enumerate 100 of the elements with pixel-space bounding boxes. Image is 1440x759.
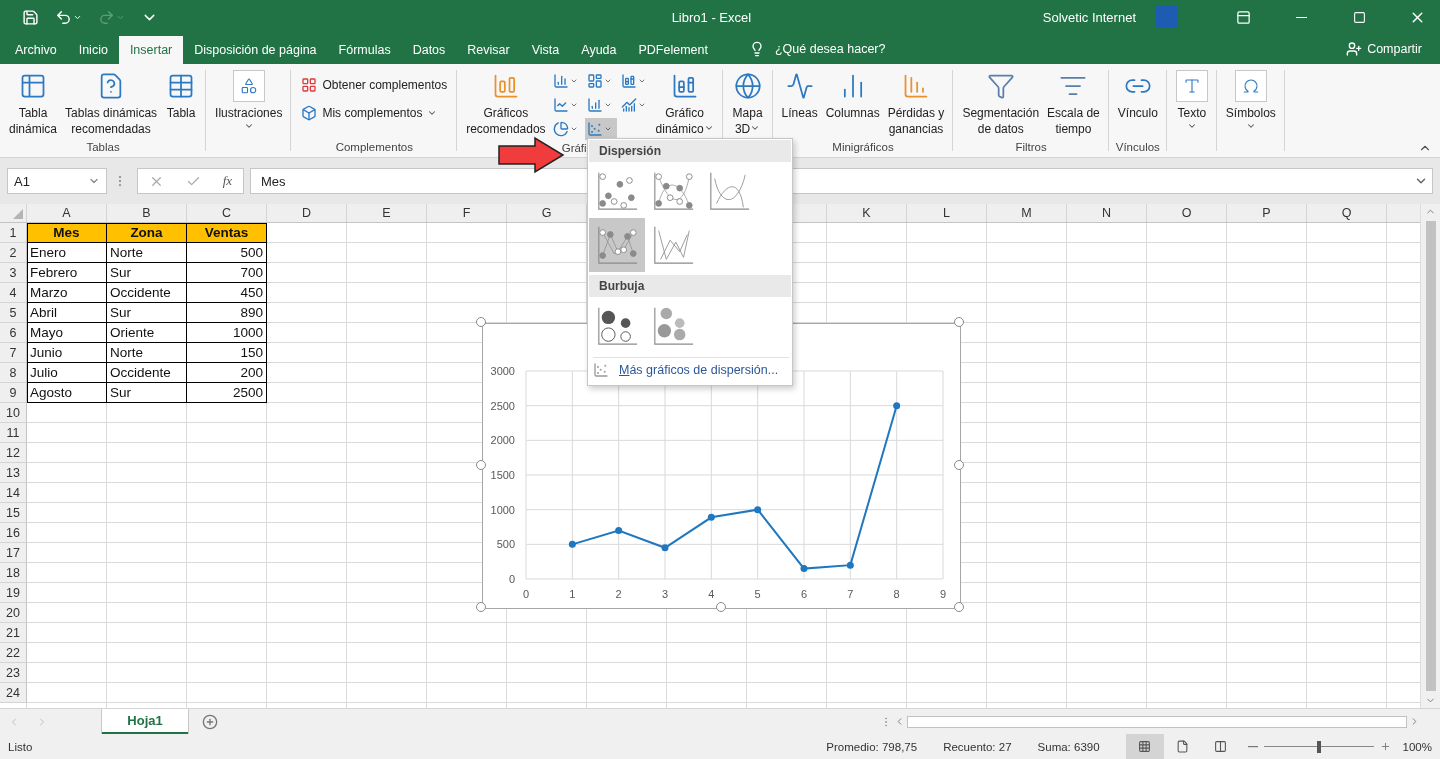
resize-handle[interactable] [716, 602, 726, 612]
column-header[interactable]: C [187, 204, 267, 222]
column-header[interactable]: N [1067, 204, 1147, 222]
ribbon-button[interactable]: Vínculo [1114, 68, 1161, 123]
column-header[interactable]: P [1227, 204, 1307, 222]
ribbon-tab[interactable]: Datos [401, 36, 457, 64]
caret-icon [637, 101, 646, 109]
select-all-icon[interactable] [13, 209, 23, 219]
row-header[interactable]: 3 [0, 263, 27, 283]
zoom-out-button[interactable] [1247, 745, 1258, 748]
name-box[interactable]: A1 [7, 168, 107, 194]
ribbon-button[interactable]: Columnas [822, 68, 883, 123]
ribbon-tab[interactable]: Archivo [4, 36, 68, 64]
zoom-in-button[interactable] [1379, 741, 1391, 752]
ribbon-tab[interactable]: PDFelement [627, 36, 719, 64]
column-header[interactable]: K [827, 204, 907, 222]
ribbon-button[interactable]: Tabla dinámica [6, 68, 61, 139]
row-header[interactable]: 9 [0, 383, 27, 403]
ribbon-tab[interactable]: Vista [520, 36, 571, 64]
ribbon-tab[interactable]: Insertar [118, 36, 184, 64]
row-header[interactable]: 7 [0, 343, 27, 363]
ribbon-button[interactable]: Tablas dinámicas recomendadas [62, 68, 161, 139]
row-header[interactable]: 11 [0, 423, 27, 443]
ribbon-button[interactable]: Líneas [778, 68, 821, 123]
page-icon [1176, 740, 1190, 753]
row-header[interactable]: 12 [0, 443, 27, 463]
row-header[interactable]: 4 [0, 283, 27, 303]
row-header[interactable]: 22 [0, 643, 27, 663]
ribbon-button[interactable]: Escala de tiempo [1044, 68, 1103, 139]
ribbon-button[interactable]: Símbolos [1222, 68, 1279, 133]
ribbon-tab[interactable]: Fórmulas [327, 36, 402, 64]
resize-handle[interactable] [954, 602, 964, 612]
ribbon-button[interactable]: Texto [1172, 68, 1211, 133]
row-header[interactable]: 13 [0, 463, 27, 483]
row-header[interactable]: 6 [0, 323, 27, 343]
row-header[interactable]: 18 [0, 563, 27, 583]
axis-label: 2500 [490, 399, 515, 412]
ribbon-options-icon [1235, 9, 1251, 25]
column-header[interactable]: Q [1307, 204, 1387, 222]
resize-handle[interactable] [954, 317, 964, 327]
column-header[interactable]: D [267, 204, 347, 222]
ribbon-button[interactable]: Gráfico dinámico [652, 68, 717, 139]
table-cell: 700 [187, 263, 267, 283]
column-header[interactable]: A [27, 204, 107, 222]
row-header[interactable]: 16 [0, 523, 27, 543]
status-stat: Suma: 6390 [1037, 740, 1100, 753]
ribbon-button[interactable]: Gráficos recomendados [463, 68, 549, 139]
row-header[interactable]: 8 [0, 363, 27, 383]
ribbon-tab[interactable]: Ayuda [570, 36, 628, 64]
ribbon-button[interactable]: Segmentación de datos [959, 68, 1043, 139]
column-header[interactable]: O [1147, 204, 1227, 222]
ribbon-button[interactable]: Pérdidas y ganancias [884, 68, 948, 139]
row-header[interactable]: 17 [0, 543, 27, 563]
column-header[interactable]: E [347, 204, 427, 222]
ribbon-button[interactable]: Obtener complementos [297, 74, 452, 96]
ribbon-button[interactable]: Ilustraciones [212, 68, 286, 133]
axis-label: 1 [569, 588, 576, 600]
resize-handle[interactable] [476, 602, 486, 612]
status-stat: Recuento: 27 [943, 740, 1012, 753]
stacked-column-icon [620, 73, 637, 89]
row-header[interactable]: 20 [0, 603, 27, 623]
column-header[interactable]: B [107, 204, 187, 222]
zoom-thumb[interactable] [1316, 740, 1321, 753]
person-plus-icon [1346, 41, 1363, 57]
table-cell: Oriente [107, 323, 187, 343]
row-header[interactable]: 21 [0, 623, 27, 643]
header-cell: Mes [27, 223, 107, 243]
scrollbar-thumb[interactable] [1425, 221, 1436, 691]
resize-handle[interactable] [476, 317, 486, 327]
ribbon-button[interactable]: Mis complementos [297, 102, 452, 124]
table-cell: 890 [187, 303, 267, 323]
ribbon-tab[interactable]: Inicio [67, 36, 119, 64]
share-button[interactable]: Compartir [1340, 34, 1428, 64]
row-header[interactable]: 19 [0, 583, 27, 603]
row-header[interactable]: 2 [0, 243, 27, 263]
row-header[interactable]: 5 [0, 303, 27, 323]
column-header[interactable]: M [987, 204, 1067, 222]
row-header[interactable]: 1 [0, 223, 27, 243]
row-header[interactable]: 24 [0, 683, 27, 703]
view-button[interactable] [1125, 734, 1164, 759]
ribbon-button[interactable]: Tabla [162, 68, 201, 123]
column-header[interactable]: L [907, 204, 987, 222]
axis-label: 8 [893, 588, 900, 600]
insert-function-button[interactable]: fx [222, 173, 233, 189]
resize-handle[interactable] [476, 460, 486, 470]
row-header[interactable]: 14 [0, 483, 27, 503]
chart-type-button[interactable] [584, 118, 617, 140]
row-header[interactable]: 23 [0, 663, 27, 683]
ribbon-tab[interactable]: Disposición de página [183, 36, 328, 64]
row-header[interactable]: 15 [0, 503, 27, 523]
ribbon-tab[interactable]: Revisar [456, 36, 521, 64]
more-charts-link[interactable]: Más gráficos de dispersión... [593, 357, 789, 382]
zoom-level[interactable]: 100% [1402, 740, 1432, 753]
ribbon-button[interactable]: Mapa 3D [728, 68, 767, 139]
row-header[interactable]: 10 [0, 403, 27, 423]
column-header[interactable]: F [427, 204, 507, 222]
scrollbar-thumb[interactable] [907, 715, 1407, 728]
resize-handle[interactable] [954, 460, 964, 470]
tell-me-button[interactable]: ¿Qué desea hacer? [743, 34, 892, 64]
sheet-tab[interactable]: Hoja1 [102, 709, 188, 734]
